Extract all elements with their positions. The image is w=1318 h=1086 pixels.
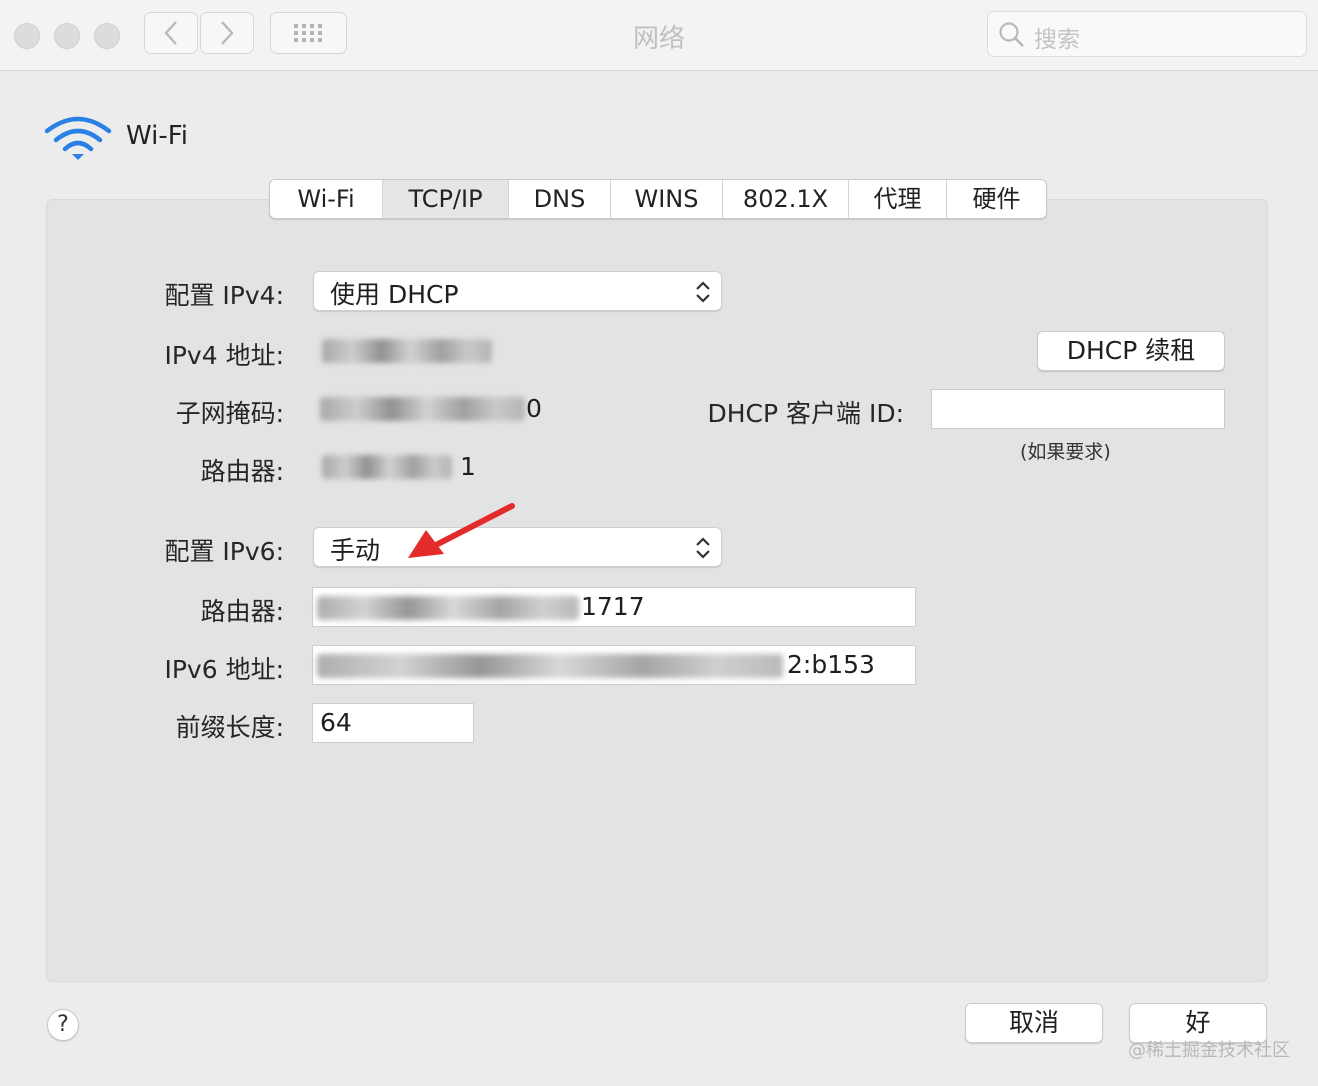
ipv6-address-redacted [317, 654, 783, 678]
search-icon [999, 22, 1024, 47]
configure-ipv6-value: 手动 [330, 536, 381, 565]
tab-proxy[interactable]: 代理 [849, 180, 947, 218]
configure-ipv4-value: 使用 DHCP [330, 280, 459, 309]
help-button[interactable]: ? [47, 1009, 79, 1041]
interface-name: Wi-Fi [126, 121, 189, 151]
wifi-icon [44, 116, 112, 160]
cancel-button[interactable]: 取消 [965, 1003, 1103, 1043]
subnet-mask-redacted [320, 397, 525, 421]
router-ipv4-tail: 1 [460, 452, 476, 481]
dhcp-client-id-label: DHCP 客户端 ID: [707, 399, 904, 428]
dhcp-renew-button[interactable]: DHCP 续租 [1037, 331, 1225, 371]
subnet-mask-label: 子网掩码: [175, 399, 284, 428]
router-ipv4-redacted [322, 455, 452, 479]
configure-ipv4-select[interactable]: 使用 DHCP [313, 271, 722, 311]
ipv6-address-tail: 2:b153 [787, 650, 875, 679]
router-ipv6-redacted [317, 596, 579, 620]
tab-wifi[interactable]: Wi-Fi [270, 180, 383, 218]
prefix-length-label: 前缀长度: [175, 713, 284, 742]
search-field[interactable]: 搜索 [987, 11, 1307, 57]
router-ipv6-input[interactable]: 1717 [312, 587, 916, 627]
chevron-updown-icon [696, 537, 710, 559]
annotation-arrow-icon [408, 503, 515, 558]
dhcp-client-id-input[interactable] [931, 389, 1225, 429]
ipv6-address-input[interactable]: 2:b153 [312, 645, 916, 685]
router-ipv4-label: 路由器: [200, 457, 284, 486]
configure-ipv6-label: 配置 IPv6: [164, 537, 284, 566]
router-ipv6-label: 路由器: [200, 597, 284, 626]
tab-wins[interactable]: WINS [611, 180, 723, 218]
tab-bar: Wi-Fi TCP/IP DNS WINS 802.1X 代理 硬件 [269, 179, 1047, 219]
ipv4-address-redacted [322, 339, 492, 363]
subnet-mask-tail: 0 [526, 394, 542, 423]
dhcp-client-id-hint: (如果要求) [1020, 441, 1111, 463]
router-ipv6-tail: 1717 [581, 592, 645, 621]
ipv6-address-label: IPv6 地址: [164, 655, 284, 684]
ipv4-address-label: IPv4 地址: [164, 341, 284, 370]
prefix-length-input[interactable]: 64 [312, 703, 474, 743]
title-bar: 网络 搜索 [0, 0, 1318, 71]
tab-8021x[interactable]: 802.1X [723, 180, 849, 218]
search-placeholder: 搜索 [1034, 27, 1080, 53]
watermark: @稀土掘金技术社区 [1128, 1040, 1290, 1061]
tab-tcpip[interactable]: TCP/IP [383, 180, 509, 218]
chevron-updown-icon [696, 281, 710, 303]
configure-ipv4-label: 配置 IPv4: [164, 281, 284, 310]
tab-dns[interactable]: DNS [509, 180, 611, 218]
tab-hardware[interactable]: 硬件 [947, 180, 1046, 218]
